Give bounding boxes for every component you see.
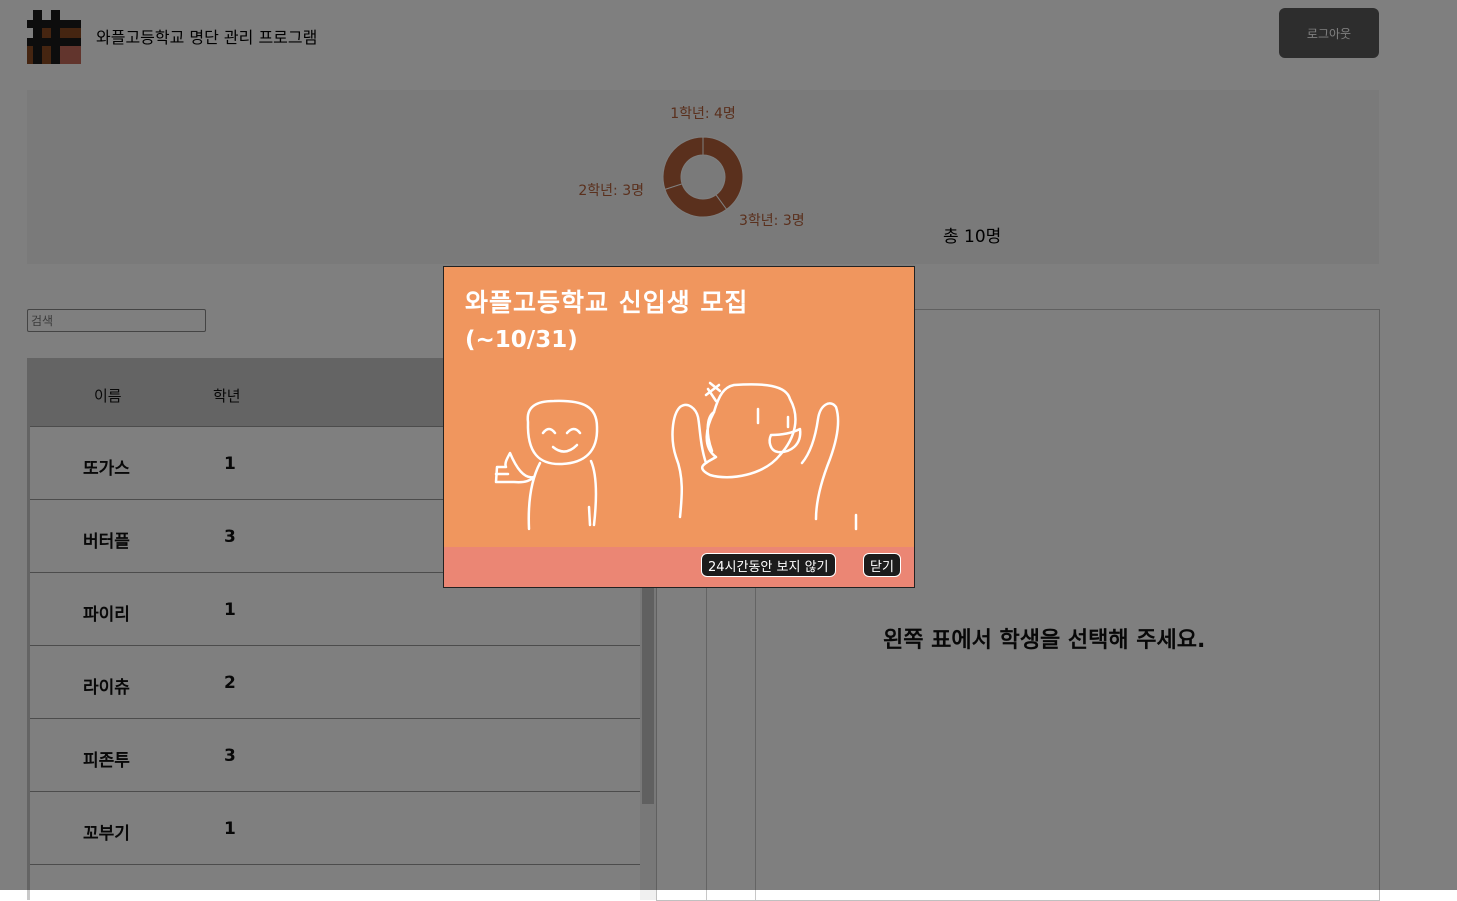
popup-title: 와플고등학교 신입생 모집	[465, 288, 749, 317]
recruitment-popup: 와플고등학교 신입생 모집 (~10/31) 24시간동안 보지 않기 닫기	[443, 266, 915, 588]
popup-close-button[interactable]: 닫기	[863, 553, 901, 577]
popup-footer: 24시간동안 보지 않기 닫기	[444, 547, 914, 587]
popup-deadline: (~10/31)	[465, 327, 578, 353]
hide-24h-button[interactable]: 24시간동안 보지 않기	[701, 553, 836, 577]
